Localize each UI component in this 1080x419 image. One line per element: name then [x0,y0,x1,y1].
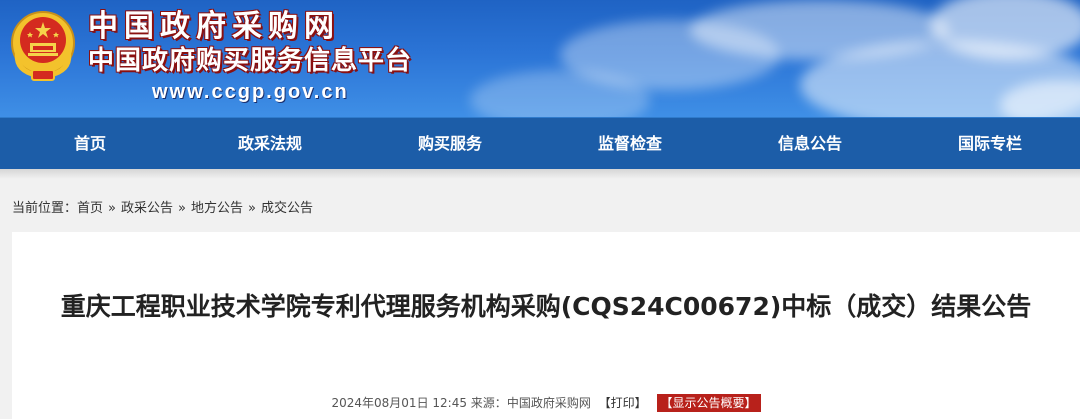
nav-item-home[interactable]: 首页 [0,118,180,170]
nav-item-purchase-services[interactable]: 购买服务 [360,118,540,170]
source-name: 中国政府采购网 [506,396,591,410]
article-meta: 2024年08月01日 12:45 来源：中国政府采购网 【打印】 【显示公告概… [12,394,1080,412]
nav-item-announcements[interactable]: 信息公告 [720,118,900,170]
print-link[interactable]: 【打印】 [599,396,647,410]
nav-shadow [0,169,1080,179]
main-nav: 首页 政采法规 购买服务 监督检查 信息公告 国际专栏 [0,117,1080,170]
breadcrumb-local-notices[interactable]: 地方公告 [191,201,243,216]
site-subtitle: 中国政府购买服务信息平台 [88,46,413,76]
nav-item-international[interactable]: 国际专栏 [900,118,1080,170]
article-title: 重庆工程职业技术学院专利代理服务机构采购(CQS24C00672)中标（成交）结… [60,292,1032,321]
national-emblem-icon [11,11,75,81]
site-header: 中国政府采购网 中国政府购买服务信息平台 www.ccgp.gov.cn [0,0,1080,117]
breadcrumb-separator: » [108,201,116,216]
breadcrumb: 当前位置：首页 » 政采公告 » 地方公告 » 成交公告 [12,199,313,219]
breadcrumb-separator: » [248,201,256,216]
site-url: www.ccgp.gov.cn [152,81,349,103]
site-title: 中国政府采购网 [88,9,340,44]
breadcrumb-separator: » [178,201,186,216]
source-label: 来源： [470,396,507,410]
show-summary-button[interactable]: 【显示公告概要】 [656,394,761,412]
breadcrumb-home[interactable]: 首页 [77,201,103,216]
breadcrumb-procurement-notices[interactable]: 政采公告 [121,201,173,216]
nav-item-supervision[interactable]: 监督检查 [540,118,720,170]
breadcrumb-deal-notices[interactable]: 成交公告 [261,201,313,216]
breadcrumb-prefix: 当前位置： [12,201,78,216]
nav-item-regulations[interactable]: 政采法规 [180,118,360,170]
publish-datetime: 2024年08月01日 12:45 [331,396,467,410]
article-panel: 重庆工程职业技术学院专利代理服务机构采购(CQS24C00672)中标（成交）结… [12,232,1080,419]
